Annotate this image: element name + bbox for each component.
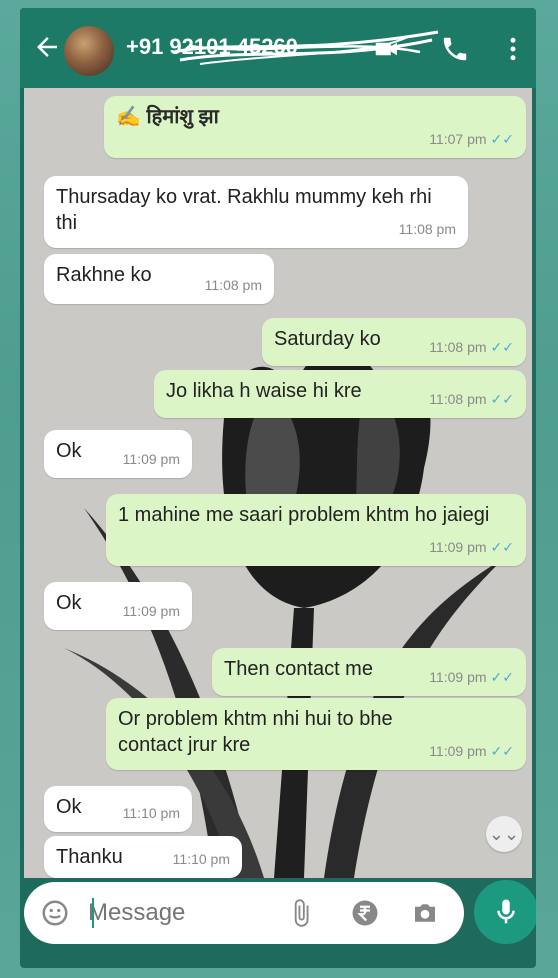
message-text: Thanku [56, 846, 123, 868]
message-text: Ok [56, 440, 82, 462]
message-bubble[interactable]: 1 mahine me saari problem khtm ho jaiegi… [106, 494, 526, 566]
message-input[interactable] [88, 896, 288, 930]
avatar[interactable] [64, 26, 114, 76]
message-time: 11:09 pm [122, 603, 180, 619]
message-time: 11:10 pm [122, 805, 180, 821]
rupee-icon[interactable] [350, 898, 380, 928]
message-time: 11:09 pm [429, 743, 487, 759]
message-text: Thursaday ko vrat. Rakhlu mummy keh rhi … [56, 186, 432, 234]
message-bubble[interactable]: Rakhne ko 11:08 pm [44, 254, 274, 304]
message-text: 1 mahine me saari problem khtm ho jaiegi [118, 504, 490, 526]
message-time: 11:10 pm [172, 851, 230, 867]
read-ticks-icon: ✓✓ [490, 669, 514, 685]
message-bubble[interactable]: Saturday ko 11:08 pm ✓✓ [262, 318, 526, 366]
message-time: 11:08 pm [429, 339, 487, 355]
mic-icon [497, 899, 515, 924]
message-text: Saturday ko [274, 328, 381, 350]
scroll-to-bottom-button[interactable]: ⌄⌄ [486, 816, 522, 852]
message-input-bar [24, 882, 464, 944]
message-list[interactable]: ✍️ हिमांशु झा 11:07 pm ✓✓ Thursaday ko vr… [24, 88, 532, 878]
mic-button[interactable] [474, 880, 536, 944]
message-bubble[interactable]: ✍️ हिमांशु झा 11:07 pm ✓✓ [104, 96, 526, 158]
read-ticks-icon: ✓✓ [490, 339, 514, 355]
message-time: 11:07 pm [429, 131, 487, 147]
message-bubble[interactable]: Or problem khtm nhi hui to bhe contact j… [106, 698, 526, 770]
message-time: 11:09 pm [429, 669, 487, 685]
message-bubble[interactable]: Ok 11:09 pm [44, 430, 192, 478]
message-time: 11:09 pm [429, 539, 487, 555]
message-text: Jo likha h waise hi kre [166, 380, 362, 402]
chat-header: +91 92101 45260 [20, 8, 536, 88]
back-arrow-icon[interactable] [32, 32, 62, 62]
phone-icon[interactable] [440, 34, 470, 64]
message-bubble[interactable]: Thanku 11:10 pm [44, 836, 242, 878]
emoji-icon[interactable] [40, 898, 70, 928]
message-text: Ok [56, 592, 82, 614]
read-ticks-icon: ✓✓ [490, 131, 514, 147]
camera-icon[interactable] [410, 898, 440, 928]
attach-icon[interactable] [286, 898, 316, 928]
message-text: Rakhne ko [56, 264, 152, 286]
message-text: Ok [56, 796, 82, 818]
message-bubble[interactable]: Thursaday ko vrat. Rakhlu mummy keh rhi … [44, 176, 468, 248]
message-text: ✍️ हिमांशु झा [116, 106, 219, 128]
message-bubble[interactable]: Then contact me 11:09 pm ✓✓ [212, 648, 526, 696]
message-text: Or problem khtm nhi hui to bhe contact j… [118, 708, 393, 756]
read-ticks-icon: ✓✓ [490, 391, 514, 407]
read-ticks-icon: ✓✓ [490, 743, 514, 759]
text-cursor [92, 898, 94, 928]
message-time: 11:08 pm [204, 277, 262, 293]
message-time: 11:08 pm [398, 221, 456, 237]
message-text: Then contact me [224, 658, 373, 680]
read-ticks-icon: ✓✓ [490, 539, 514, 555]
message-time: 11:08 pm [429, 391, 487, 407]
chat-screen: +91 92101 45260 ✍️ हिमांशु झा 11:07 pm ✓… [20, 8, 536, 968]
more-vert-icon[interactable] [498, 34, 528, 64]
message-bubble[interactable]: Ok 11:10 pm [44, 786, 192, 832]
message-time: 11:09 pm [122, 451, 180, 467]
message-bubble[interactable]: Ok 11:09 pm [44, 582, 192, 630]
video-call-icon[interactable] [372, 34, 402, 64]
message-bubble[interactable]: Jo likha h waise hi kre 11:08 pm ✓✓ [154, 370, 526, 418]
